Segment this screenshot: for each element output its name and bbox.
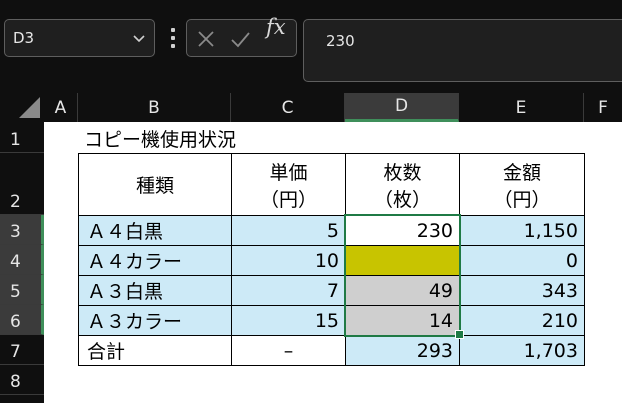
cell-type-row4[interactable]: Ａ４カラー (78, 245, 232, 276)
sheet-title[interactable]: コピー機使用状況 (84, 124, 236, 153)
select-all-triangle-icon (19, 97, 40, 118)
row-header-6[interactable]: 6 (0, 305, 44, 335)
header-unit-price[interactable]: 単価 （円） (231, 153, 346, 216)
more-options-icon[interactable] (165, 26, 181, 50)
cell-count-row3[interactable]: 230 (345, 215, 460, 246)
cell-price-row4[interactable]: 10 (231, 245, 346, 276)
cell-price-row6[interactable]: 15 (231, 305, 346, 336)
row-header-7[interactable]: 7 (0, 335, 44, 365)
cell-type-row6[interactable]: Ａ３カラー (78, 305, 232, 336)
header-amount-line2: （円） (493, 188, 551, 211)
row-header-2[interactable]: 2 (0, 153, 44, 215)
cell-price-row3[interactable]: 5 (231, 215, 346, 246)
row-header-9[interactable] (0, 395, 44, 403)
column-header-f[interactable]: F (584, 93, 622, 122)
cell-total-count[interactable]: 293 (345, 335, 460, 366)
cell-amount-row3[interactable]: 1,150 (459, 215, 585, 246)
name-box-value: D3 (13, 29, 35, 47)
row-header-3[interactable]: 3 (0, 215, 44, 245)
header-amount-line1: 金額 (502, 161, 541, 184)
cell-amount-row6[interactable]: 210 (459, 305, 585, 336)
cancel-icon[interactable] (195, 28, 217, 50)
row-header-8[interactable]: 8 (0, 365, 44, 395)
row-header-5[interactable]: 5 (0, 275, 44, 305)
cell-amount-row5[interactable]: 343 (459, 275, 585, 306)
header-type[interactable]: 種類 (78, 153, 232, 216)
cell-total-price[interactable]: – (231, 335, 346, 366)
cell-count-row4[interactable] (345, 245, 460, 276)
chevron-down-icon[interactable] (131, 30, 147, 46)
cell-count-row6[interactable]: 14 (345, 305, 460, 336)
select-all-corner[interactable] (0, 93, 44, 122)
column-header-b[interactable]: B (78, 93, 231, 122)
cell-type-row5[interactable]: Ａ３白黒 (78, 275, 232, 306)
fill-handle[interactable] (455, 330, 464, 339)
column-header-e[interactable]: E (459, 93, 584, 122)
header-unit-price-line1: 単価 (269, 161, 308, 184)
cell-total-label[interactable]: 合計 (78, 335, 232, 366)
column-header-a[interactable]: A (44, 93, 78, 122)
cell-type-row3[interactable]: Ａ４白黒 (78, 215, 232, 246)
formula-input[interactable]: 230 (303, 19, 622, 82)
insert-function-icon[interactable]: fx (266, 15, 286, 39)
cell-total-amount[interactable]: 1,703 (459, 335, 585, 366)
cell-price-row5[interactable]: 7 (231, 275, 346, 306)
header-count[interactable]: 枚数 （枚） (345, 153, 460, 216)
cell-amount-row4[interactable]: 0 (459, 245, 585, 276)
column-header-c[interactable]: C (231, 93, 345, 122)
enter-icon[interactable] (229, 28, 251, 50)
header-unit-price-line2: （円） (259, 188, 317, 211)
row-header-4[interactable]: 4 (0, 245, 44, 275)
cell-count-row5[interactable]: 49 (345, 275, 460, 306)
name-box[interactable]: D3 (4, 19, 155, 57)
header-count-line2: （枚） (373, 188, 431, 211)
row-header-1[interactable]: 1 (0, 122, 44, 153)
worksheet-grid[interactable]: コピー機使用状況 種類 単価 （円） 枚数 （枚） 金額 （円） Ａ４白黒 5 … (44, 122, 622, 403)
header-count-line1: 枚数 (383, 161, 422, 184)
formula-bar: D3 fx 230 (0, 0, 622, 93)
header-amount[interactable]: 金額 （円） (459, 153, 585, 216)
column-header-d[interactable]: D (345, 93, 459, 122)
